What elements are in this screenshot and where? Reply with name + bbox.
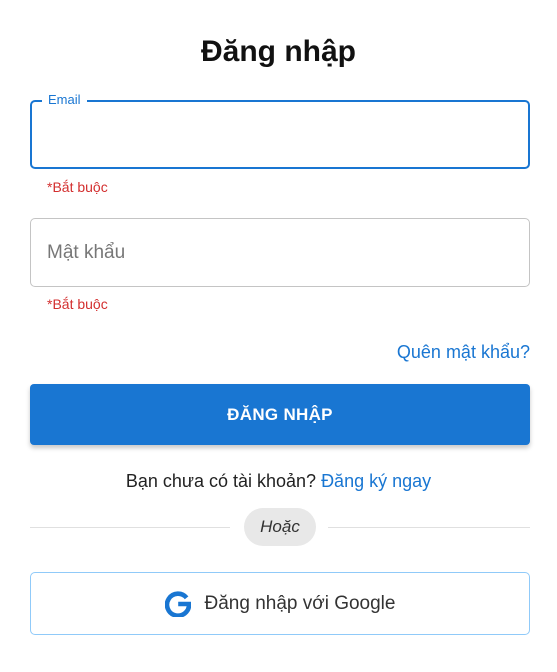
login-button[interactable]: ĐĂNG NHẬP xyxy=(30,384,530,445)
page-title: Đăng nhập xyxy=(201,35,356,68)
google-login-label: Đăng nhập với Google xyxy=(204,592,396,614)
google-icon xyxy=(164,590,191,617)
forgot-password-link[interactable]: Quên mật khẩu? xyxy=(397,340,530,364)
email-error: *Bắt buộc xyxy=(47,179,108,195)
email-label: Email xyxy=(42,92,87,108)
password-field[interactable] xyxy=(30,218,530,287)
password-error: *Bắt buộc xyxy=(47,296,108,312)
google-login-button[interactable]: Đăng nhập với Google xyxy=(30,572,530,635)
password-input[interactable] xyxy=(31,219,529,286)
or-divider-chip: Hoặc xyxy=(244,508,316,546)
divider-right xyxy=(328,527,530,528)
signup-link[interactable]: Đăng ký ngay xyxy=(321,471,431,491)
signup-prompt-text: Bạn chưa có tài khoản? xyxy=(125,471,317,491)
email-field[interactable]: Email xyxy=(30,92,530,169)
email-input[interactable] xyxy=(32,102,528,167)
divider-left xyxy=(30,527,230,528)
signup-prompt-row: Bạn chưa có tài khoản? Đăng ký ngay xyxy=(0,469,557,493)
